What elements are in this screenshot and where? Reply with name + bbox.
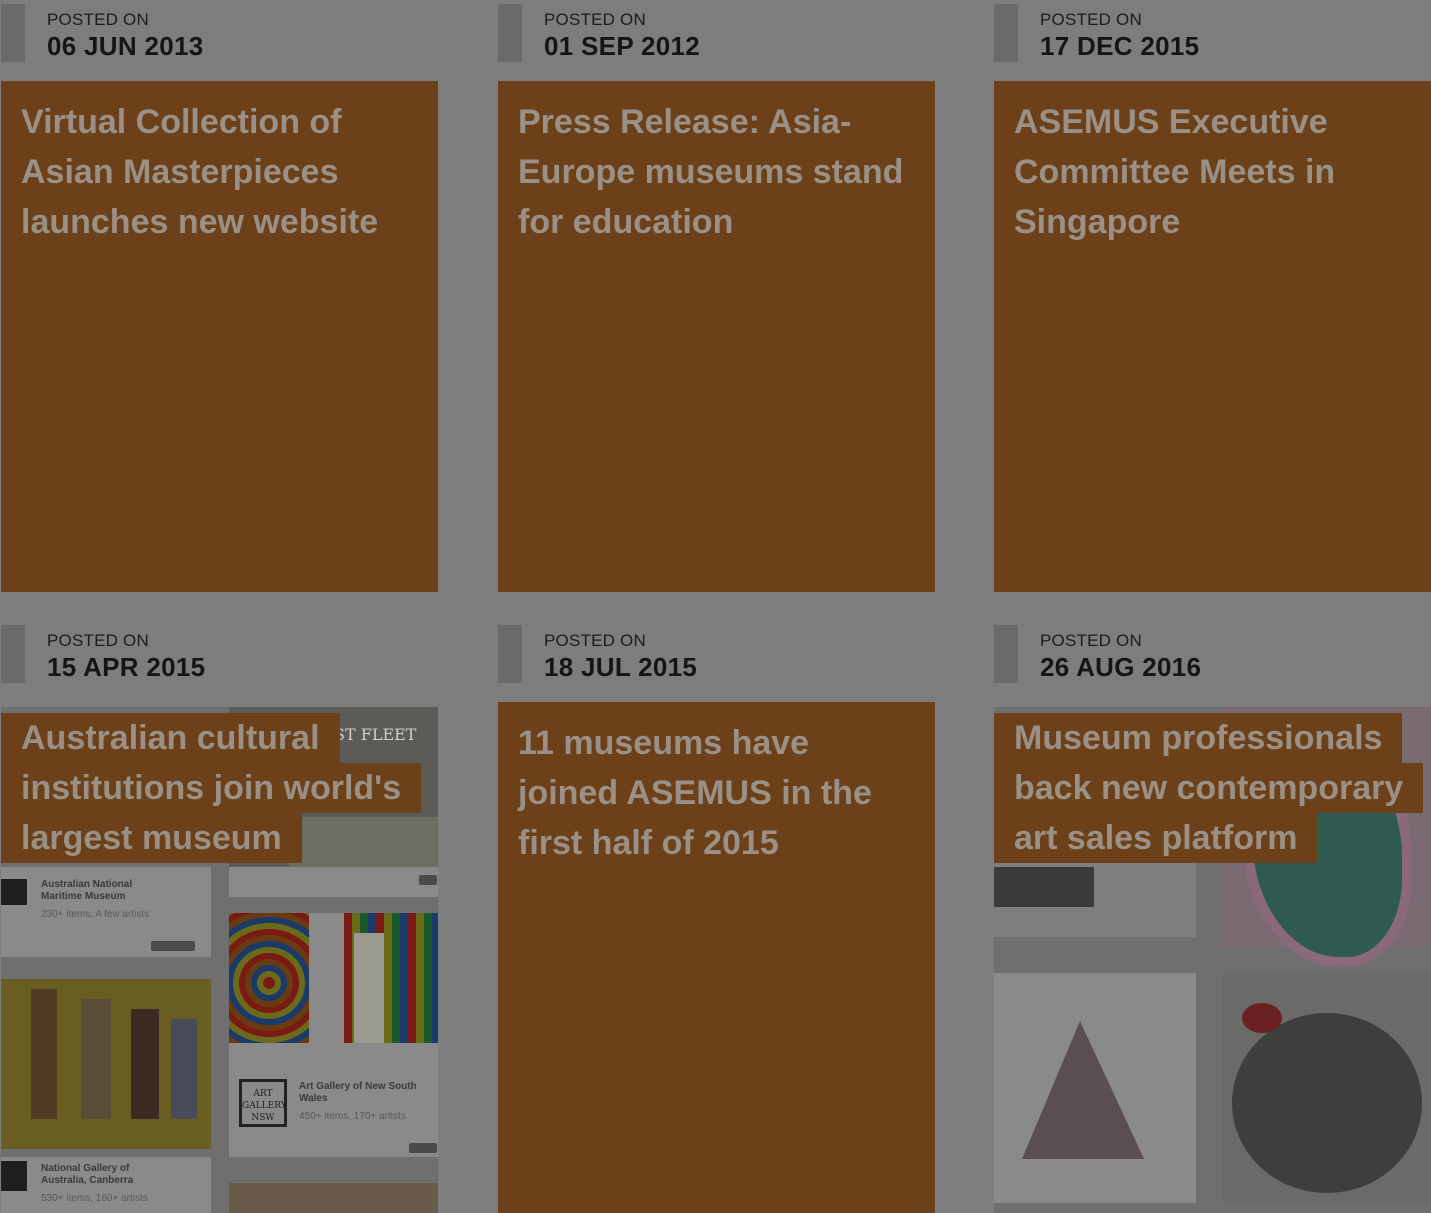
post-thumbnail[interactable]: Virtual Collection of Asian Masterpieces… [1, 81, 438, 592]
post-title[interactable]: 11 museums have joined ASEMUS in the fir… [518, 718, 918, 868]
post-thumbnail[interactable]: 11 museums have joined ASEMUS in the fir… [498, 702, 935, 1213]
institution-meta: 450+ items, 170+ artists [299, 1111, 406, 1122]
post-card[interactable]: POSTED ON 26 AUG 2016 Museum professiona… [994, 621, 1431, 1213]
date-accent-bar [498, 4, 522, 62]
posted-on-label: POSTED ON [1040, 10, 1142, 29]
post-date-block: POSTED ON 17 DEC 2015 [994, 0, 1431, 81]
thumbnail-tile [229, 913, 438, 1069]
post-title[interactable]: Virtual Collection of Asian Masterpieces… [21, 97, 421, 247]
thumbnail-tile [229, 867, 438, 897]
date-accent-bar [994, 4, 1018, 62]
institution-meta: 230+ items, A few artists [41, 909, 150, 920]
post-date: 01 SEP 2012 [544, 31, 701, 61]
post-date: 17 DEC 2015 [1040, 31, 1200, 61]
post-card[interactable]: POSTED ON 06 JUN 2013 Virtual Collection… [1, 0, 438, 592]
date-accent-bar [994, 625, 1018, 683]
institution-name: Art Gallery of New South Wales [299, 1081, 417, 1104]
post-title[interactable]: Museum professionals back new contempora… [994, 713, 1424, 863]
institution-name: Australian National Maritime Museum [41, 879, 133, 902]
posted-on-label: POSTED ON [544, 631, 646, 650]
institution-logo [1, 879, 27, 905]
post-card[interactable]: POSTED ON 15 APR 2015 ST FLEET Australia… [1, 621, 438, 1213]
post-date-block: POSTED ON 18 JUL 2015 [498, 621, 935, 702]
thumbnail-tile [1222, 973, 1431, 1203]
thumbnail-tile: Australian National Maritime Museum 230+… [1, 867, 211, 957]
thumbnail-tile: ART GALLERY NSW Art Gallery of New South… [229, 1069, 438, 1157]
thumbnail-tile [994, 973, 1196, 1203]
post-date: 06 JUN 2013 [47, 31, 204, 61]
post-card[interactable]: POSTED ON 18 JUL 2015 11 museums have jo… [498, 621, 935, 1213]
date-accent-bar [1, 625, 25, 683]
post-date-block: POSTED ON 26 AUG 2016 [994, 621, 1431, 702]
post-thumbnail[interactable]: ST FLEET Australian National Maritime Mu… [1, 707, 438, 1213]
post-title[interactable]: Press Release: Asia-Europe museums stand… [518, 97, 918, 247]
institution-name: National Gallery of Australia, Canberra [41, 1163, 134, 1186]
post-thumbnail[interactable]: Press Release: Asia-Europe museums stand… [498, 81, 935, 592]
post-thumbnail[interactable]: ASEMUS Executive Committee Meets in Sing… [994, 81, 1431, 592]
post-date-block: POSTED ON 01 SEP 2012 [498, 0, 935, 81]
post-title[interactable]: ASEMUS Executive Committee Meets in Sing… [1014, 97, 1414, 247]
post-date: 18 JUL 2015 [544, 652, 698, 682]
institution-logo [1, 1161, 27, 1191]
date-accent-bar [1, 4, 25, 62]
posted-on-label: POSTED ON [1040, 631, 1142, 650]
post-card[interactable]: POSTED ON 01 SEP 2012 Press Release: Asi… [498, 0, 935, 592]
post-date-block: POSTED ON 06 JUN 2013 [1, 0, 438, 81]
post-date-block: POSTED ON 15 APR 2015 [1, 621, 438, 702]
date-accent-bar [498, 625, 522, 683]
post-card[interactable]: POSTED ON 17 DEC 2015 ASEMUS Executive C… [994, 0, 1431, 592]
posted-on-label: POSTED ON [544, 10, 646, 29]
institution-logo: ART GALLERY NSW [239, 1079, 287, 1127]
posted-on-label: POSTED ON [47, 631, 149, 650]
institution-meta: 530+ items, 160+ artists [41, 1193, 148, 1204]
thumbnail-tile [229, 1183, 438, 1213]
post-thumbnail[interactable]: Museum professionals back new contempora… [994, 707, 1431, 1213]
post-date: 26 AUG 2016 [1040, 652, 1202, 682]
thumbnail-tile: National Gallery of Australia, Canberra … [1, 1157, 211, 1213]
post-title[interactable]: Australian cultural institutions join wo… [1, 713, 422, 863]
post-date: 15 APR 2015 [47, 652, 206, 682]
triangle-artwork [1022, 1021, 1144, 1159]
posted-on-label: POSTED ON [47, 10, 149, 29]
thumbnail-tile [1, 979, 211, 1149]
